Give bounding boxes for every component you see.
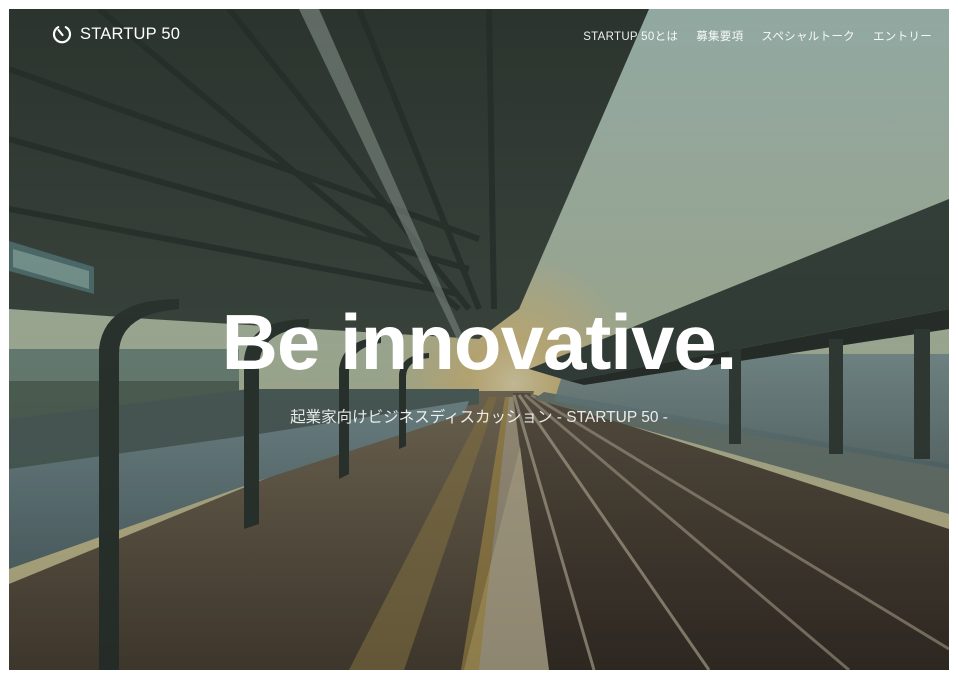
main-nav-menu: STARTUP 50とは 募集要項 スペシャルトーク エントリー: [583, 27, 932, 45]
brand-name: STARTUP 50: [80, 24, 181, 43]
hero-subtitle: 起業家向けビジネスディスカッション - STARTUP 50 -: [290, 409, 668, 426]
nav-item-special-talk: スペシャルトーク: [761, 27, 855, 45]
hero-title: Be innovative.: [221, 298, 738, 386]
nav-link-entry[interactable]: エントリー: [873, 31, 932, 43]
logo-link[interactable]: STARTUP 50: [51, 21, 180, 47]
power-clock-icon: [52, 26, 72, 44]
nav-link-requirements[interactable]: 募集要項: [696, 31, 743, 43]
nav-item-about: STARTUP 50とは: [583, 27, 678, 45]
nav-item-requirements: 募集要項: [696, 27, 743, 45]
nav-link-special-talk[interactable]: スペシャルトーク: [761, 31, 855, 43]
top-navbar: STARTUP 50 STARTUP 50とは 募集要項 スペシャルトーク エン…: [9, 9, 949, 59]
nav-link-about[interactable]: STARTUP 50とは: [583, 31, 678, 43]
page-frame: STARTUP 50 STARTUP 50とは 募集要項 スペシャルトーク エン…: [9, 9, 949, 670]
nav-item-entry: エントリー: [873, 27, 932, 45]
